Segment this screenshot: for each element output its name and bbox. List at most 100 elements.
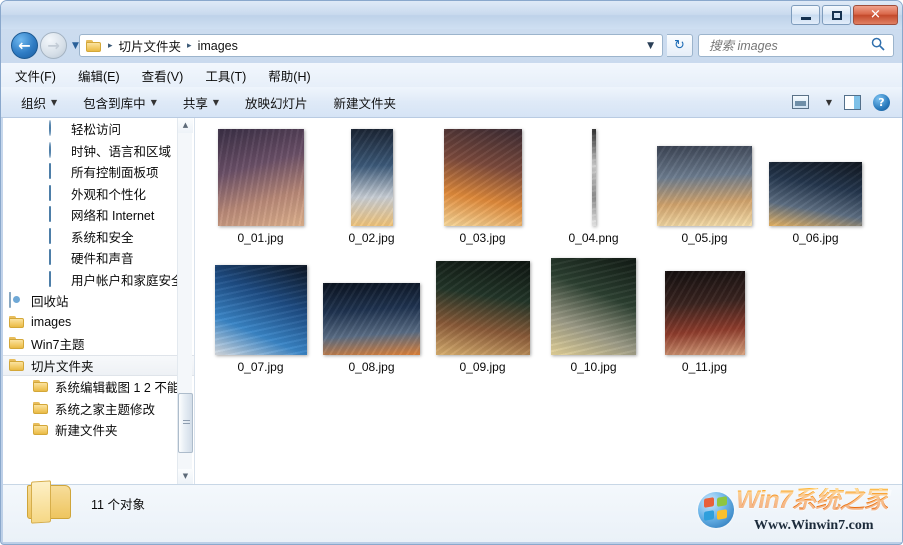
- thumbnail-texture: [443, 129, 522, 226]
- sidebar-item-8[interactable]: 回收站: [3, 290, 194, 312]
- sidebar-item-6[interactable]: 硬件和声音: [3, 247, 194, 269]
- change-view-icon[interactable]: [791, 95, 809, 109]
- file-thumbnail[interactable]: [217, 129, 304, 226]
- maximize-button[interactable]: [822, 5, 851, 25]
- sidebar-scrollbar[interactable]: ▲ ▼: [177, 118, 193, 484]
- file-thumbnail[interactable]: [435, 261, 530, 355]
- toolbar-button-4[interactable]: 新建文件夹: [334, 93, 397, 112]
- folder-tree: 轻松访问时钟、语言和区域所有控制面板项 外观和个性化 网络和 Internet 系统和…: [3, 118, 194, 441]
- refresh-button[interactable]: ↻: [667, 34, 693, 57]
- thumbnail-texture: [657, 146, 752, 226]
- preview-pane-icon[interactable]: [844, 94, 861, 110]
- minimize-button[interactable]: [791, 5, 820, 25]
- address-bar[interactable]: ▸ 切片文件夹 ▸ images ▼: [79, 34, 663, 57]
- close-button[interactable]: ✕: [853, 5, 898, 25]
- file-thumbnail[interactable]: [769, 162, 862, 226]
- thumbnail-wrapper: [214, 255, 307, 355]
- recent-locations-caret-icon[interactable]: ▼: [72, 41, 79, 51]
- sidebar-item-14[interactable]: 新建文件夹: [3, 419, 194, 441]
- sidebar-item-3[interactable]: 外观和个性化: [3, 183, 194, 205]
- change-view-caret-icon[interactable]: ▼: [826, 98, 832, 107]
- sidebar-item-13[interactable]: 系统之家主题修改: [3, 398, 194, 420]
- file-item[interactable]: 0_07.jpg: [205, 255, 316, 384]
- sidebar-item-10[interactable]: Win7主题: [3, 333, 194, 355]
- breadcrumb-separator-2[interactable]: ▸: [187, 41, 192, 51]
- menu-item-0[interactable]: 文件(F): [15, 66, 56, 85]
- file-thumbnail[interactable]: [350, 129, 393, 226]
- forward-button[interactable]: →: [40, 32, 67, 59]
- file-item[interactable]: 0_10.jpg: [538, 255, 649, 384]
- sidebar-item-2[interactable]: 所有控制面板项: [3, 161, 194, 183]
- file-name-label: 0_06.jpg: [792, 231, 839, 245]
- menu-item-1[interactable]: 编辑(E): [78, 66, 120, 85]
- thumbnail-texture: [214, 265, 307, 355]
- sidebar-item-7[interactable]: 用户帐户和家庭安全: [3, 269, 194, 291]
- file-thumbnail[interactable]: [664, 271, 745, 355]
- maximize-icon: [832, 11, 842, 20]
- file-item[interactable]: 0_11.jpg: [649, 255, 760, 384]
- thumbnail-texture: [323, 283, 420, 355]
- file-name-label: 0_07.jpg: [237, 360, 284, 374]
- address-dropdown-caret-icon[interactable]: ▼: [647, 41, 654, 51]
- file-item[interactable]: 0_08.jpg: [316, 255, 427, 384]
- file-item[interactable]: 0_03.jpg: [427, 126, 538, 255]
- toolbar-button-0[interactable]: 组织 ▼: [21, 93, 57, 112]
- file-name-label: 0_09.jpg: [459, 360, 506, 374]
- file-thumbnail[interactable]: [657, 146, 752, 226]
- sidebar-item-label: 轻松访问: [71, 123, 122, 138]
- easy-access-icon: [49, 120, 65, 137]
- sidebar-item-0[interactable]: 轻松访问: [3, 118, 194, 140]
- folder-icon: [9, 315, 25, 330]
- thumbnail-grid: 0_01.jpg 0_02.jpg 0_03.jpg 0_04.png 0_05.jpg…: [205, 126, 885, 384]
- file-name-label: 0_02.jpg: [348, 231, 395, 245]
- file-thumbnail[interactable]: [214, 265, 307, 355]
- thumbnail-texture: [664, 271, 745, 355]
- file-thumbnail[interactable]: [323, 283, 420, 355]
- file-item[interactable]: 0_02.jpg: [316, 126, 427, 255]
- file-list-pane[interactable]: 0_01.jpg 0_02.jpg 0_03.jpg 0_04.png 0_05.jpg…: [195, 118, 902, 484]
- search-icon[interactable]: [871, 37, 885, 54]
- folder-icon: [33, 401, 49, 416]
- file-item[interactable]: 0_09.jpg: [427, 255, 538, 384]
- explorer-window: ✕ ← → ▼ ▸ 切片文件夹 ▸ images ▼ ↻ 搜索 images 文…: [0, 0, 903, 545]
- menu-item-3[interactable]: 工具(T): [205, 66, 246, 85]
- back-button[interactable]: ←: [11, 32, 38, 59]
- sidebar-scroll-down-arrow[interactable]: ▼: [178, 469, 193, 484]
- toolbar-button-1[interactable]: 包含到库中 ▼: [83, 93, 157, 112]
- breadcrumb-item-0[interactable]: 切片文件夹: [119, 36, 182, 55]
- sidebar-item-label: 系统编辑截图 1 2 不能删: [55, 381, 192, 396]
- help-icon[interactable]: ?: [873, 93, 890, 111]
- sidebar-item-5[interactable]: 系统和安全: [3, 226, 194, 248]
- file-item[interactable]: 0_06.jpg: [760, 126, 871, 255]
- breadcrumb-item-1[interactable]: images: [198, 39, 238, 53]
- file-name-label: 0_03.jpg: [459, 231, 506, 245]
- search-input[interactable]: [707, 37, 861, 54]
- thumbnail-wrapper: [217, 126, 304, 226]
- sidebar-item-9[interactable]: images: [3, 312, 194, 334]
- file-item[interactable]: 0_05.jpg: [649, 126, 760, 255]
- toolbar-button-label: 包含到库中: [83, 96, 146, 111]
- breadcrumb-separator[interactable]: ▸: [108, 41, 113, 51]
- toolbar-button-2[interactable]: 共享 ▼: [183, 93, 219, 112]
- sidebar-scroll-up-arrow[interactable]: ▲: [178, 118, 193, 133]
- sidebar-item-label: 时钟、语言和区域: [71, 144, 172, 159]
- watermark-brand: Win7系统之家: [736, 486, 888, 514]
- search-box[interactable]: [698, 34, 894, 57]
- file-item[interactable]: 0_04.png: [538, 126, 649, 255]
- sidebar-scroll-thumb[interactable]: [178, 393, 193, 453]
- title-bar: ✕: [1, 1, 902, 29]
- toolbar-right-group: ▼ ?: [791, 93, 890, 111]
- thumbnail-wrapper: [350, 126, 393, 226]
- sidebar-item-11[interactable]: 切片文件夹: [3, 354, 194, 376]
- sidebar-item-12[interactable]: 系统编辑截图 1 2 不能删: [3, 376, 194, 398]
- file-item[interactable]: 0_01.jpg: [205, 126, 316, 255]
- file-thumbnail[interactable]: [443, 129, 522, 226]
- sidebar-item-4[interactable]: 网络和 Internet: [3, 204, 194, 226]
- menu-item-4[interactable]: 帮助(H): [268, 66, 310, 85]
- toolbar-button-3[interactable]: 放映幻灯片: [245, 93, 308, 112]
- thumbnail-texture: [769, 162, 862, 226]
- file-thumbnail[interactable]: [551, 258, 636, 355]
- menu-item-2[interactable]: 查看(V): [142, 66, 184, 85]
- sidebar-item-1[interactable]: 时钟、语言和区域: [3, 140, 194, 162]
- file-thumbnail[interactable]: [591, 129, 596, 226]
